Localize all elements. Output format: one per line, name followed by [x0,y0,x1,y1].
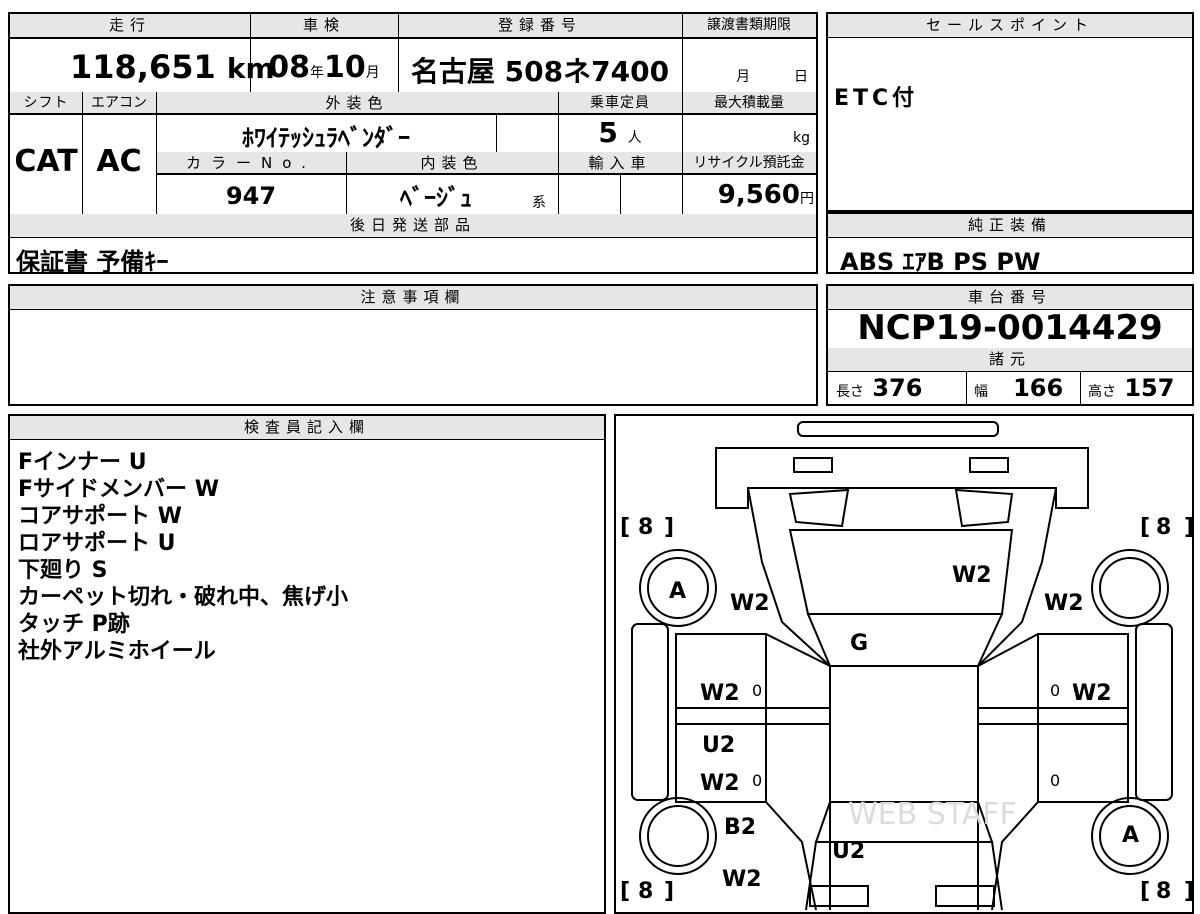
inspection-value: 08年10月 [268,50,380,85]
tire-bracket-rr-close: ] [1184,879,1192,904]
specs-header: 諸元 [828,348,1192,372]
mileage-header: 走行 [108,16,151,34]
main-info-table: 走行 車検 登録番号 譲渡書類期限 118,651 km 08年10月 名古屋 … [8,12,818,276]
max-load-header: 最大積載量 [714,95,784,111]
front-door-left-code: W2 [700,681,740,706]
tire-bracket-rl: [ [620,879,630,904]
recycle-value: 9,560円 [717,180,814,210]
capacity-header: 乗車定員 [590,95,650,111]
car-diagram-box: [ ] [ ] [ ] [ ] 8 8 8 8 A A W2 W2 W2 G W… [614,414,1194,914]
roof-rear-code: U2 [832,839,865,864]
exterior-color-value: ﾎﾜｲﾃｯｼｭﾗﾍﾞﾝﾀﾞｰ [242,124,410,152]
registration-value: 名古屋 508ネ7400 [410,55,670,88]
notes-header: 注意事項欄 [10,286,816,310]
inspector-header: 検査員記入欄 [10,416,604,440]
pillar-left-code: U2 [702,733,735,758]
exterior-color-header: 外装色 [325,94,389,112]
chassis-value: NCP19-0014429 [857,308,1163,348]
tire-bracket-rr: [ [1140,879,1150,904]
tire-bracket-fr-close: ] [1184,515,1192,540]
sales-point-value: ETC付 [834,86,919,111]
inspection-header: 車検 [302,16,345,34]
import-header: 輸入車 [588,154,652,172]
spec-height: 高さ 157 [1088,374,1175,402]
spec-length: 長さ 376 [836,374,923,402]
zero-mark: 0 [752,771,762,790]
zero-mark: 0 [1050,681,1060,700]
notes-box: 注意事項欄 [8,284,818,406]
interior-color-header: 内装色 [420,154,484,172]
recycle-header: リサイクル預託金 [693,155,805,171]
hood-code: W2 [952,563,992,588]
fender-left-code: W2 [730,591,770,616]
tire-bracket-fr: [ [1140,515,1150,540]
rear-door-left-code: W2 [700,771,740,796]
genuine-equipment-header: 純正装備 [828,214,1192,238]
chassis-header: 車台番号 [828,286,1192,310]
zero-mark: 0 [1050,771,1060,790]
tire-tread-fl: 8 [638,515,653,540]
tire-bracket-fl: [ [620,515,630,540]
shift-value: CAT [14,144,78,179]
fender-right-code: W2 [1044,591,1084,616]
tire-tread-fr: 8 [1156,515,1171,540]
windshield-code: G [850,631,868,656]
registration-header: 登録番号 [497,16,582,34]
tire-bracket-fl-close: ] [664,515,674,540]
interior-color-suffix: 系 [532,195,546,211]
max-load-unit: kg [793,130,810,146]
later-parts-header: 後日発送部品 [10,214,816,238]
later-parts-value: 保証書 予備ｷｰ [16,248,169,276]
tire-bracket-rl-close: ] [664,879,674,904]
watermark: WEB STAFF [848,797,1017,832]
front-door-right-code: W2 [1072,681,1112,706]
ac-value: AC [96,144,142,179]
spec-width: 幅 166 [974,374,1064,402]
mileage-value: 118,651 km [70,48,275,86]
color-no-value: 947 [225,182,277,210]
ac-header: エアコン [91,95,147,111]
chassis-box: 車台番号 NCP19-0014429 諸元 長さ 376 幅 166 高さ 15… [826,284,1194,406]
inspector-box: 検査員記入欄 Fインナー U Fサイドメンバー W コアサポート W ロアサポー… [8,414,606,914]
wheel-rr-code: A [1122,823,1139,848]
wheel-fl-code: A [669,579,686,604]
inspector-line: 社外アルミホイール [18,639,216,664]
genuine-equipment-value: ABS ｴｱB PS PW [840,248,1041,276]
tire-tread-rl: 8 [638,879,653,904]
tire-tread-rr: 8 [1156,879,1171,904]
zero-mark: 0 [752,681,762,700]
sales-point-box: セールスポイント ETC付 [826,12,1194,212]
transfer-header: 譲渡書類期限 [707,17,791,33]
genuine-equipment-box: 純正装備 ABS ｴｱB PS PW [826,212,1194,276]
interior-color-value: ﾍﾞｰｼﾞｭ [400,184,472,212]
color-no-header: カラーNo. [186,154,316,172]
car-diagram: [ ] [ ] [ ] [ ] 8 8 8 8 A A W2 W2 W2 G W… [620,421,1192,911]
rear-quarter-left-code: W2 [722,867,762,892]
rear-fender-left-code: B2 [724,815,756,840]
shift-header: シフト [23,95,69,111]
sales-point-header: セールスポイント [828,14,1192,38]
capacity-value: 5 人 [598,116,642,149]
